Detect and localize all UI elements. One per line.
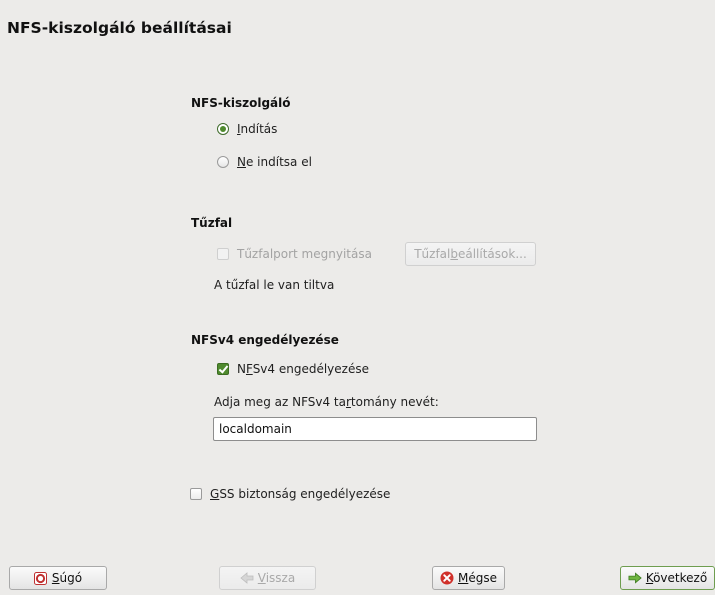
enable-gss-security-label: GSS biztonság engedélyezése — [210, 487, 391, 501]
open-firewall-port-indicator[interactable] — [217, 248, 229, 260]
radio-do-not-start-label: Ne indítsa el — [237, 155, 312, 169]
radio-start-indicator[interactable] — [217, 123, 229, 135]
firewall-heading: Tűzfal — [191, 216, 233, 230]
enable-nfsv4-label: NFSv4 engedélyezése — [237, 362, 369, 376]
nfs-server-heading: NFS-kiszolgáló — [191, 96, 291, 110]
radio-do-not-start-indicator[interactable] — [217, 156, 229, 168]
enable-nfsv4-checkbox[interactable]: NFSv4 engedélyezése — [217, 362, 369, 376]
enable-gss-security-indicator[interactable] — [190, 488, 202, 500]
radio-start[interactable]: Indítás — [217, 122, 277, 136]
cancel-button[interactable]: Mégse — [432, 566, 505, 590]
next-button[interactable]: Következő — [620, 566, 715, 590]
help-button[interactable]: Súgó — [9, 566, 107, 590]
radio-do-not-start[interactable]: Ne indítsa el — [217, 155, 312, 169]
nfsv4-domain-input[interactable]: localdomain — [213, 417, 537, 441]
enable-gss-security-checkbox[interactable]: GSS biztonság engedélyezése — [190, 487, 390, 501]
radio-start-label: Indítás — [237, 122, 278, 136]
nfsv4-heading: NFSv4 engedélyezése — [191, 333, 339, 347]
firewall-settings-button[interactable]: Tűzfal b eállítások... — [405, 242, 536, 266]
nfsv4-domain-label: Adja meg az NFSv4 tartomány nevét: — [214, 395, 439, 409]
lifebuoy-icon — [34, 571, 48, 585]
arrow-left-icon — [240, 571, 254, 585]
open-firewall-port-label: Tűzfalport megnyitása — [237, 247, 372, 261]
firewall-status-text: A tűzfal le van tiltva — [214, 278, 335, 292]
open-firewall-port-checkbox[interactable]: Tűzfalport megnyitása — [217, 247, 372, 261]
page-title: NFS-kiszolgáló beállításai — [7, 19, 232, 37]
cancel-icon — [440, 571, 454, 585]
back-button[interactable]: Vissza — [219, 566, 316, 590]
arrow-right-icon — [628, 571, 642, 585]
enable-nfsv4-indicator[interactable] — [217, 363, 229, 375]
